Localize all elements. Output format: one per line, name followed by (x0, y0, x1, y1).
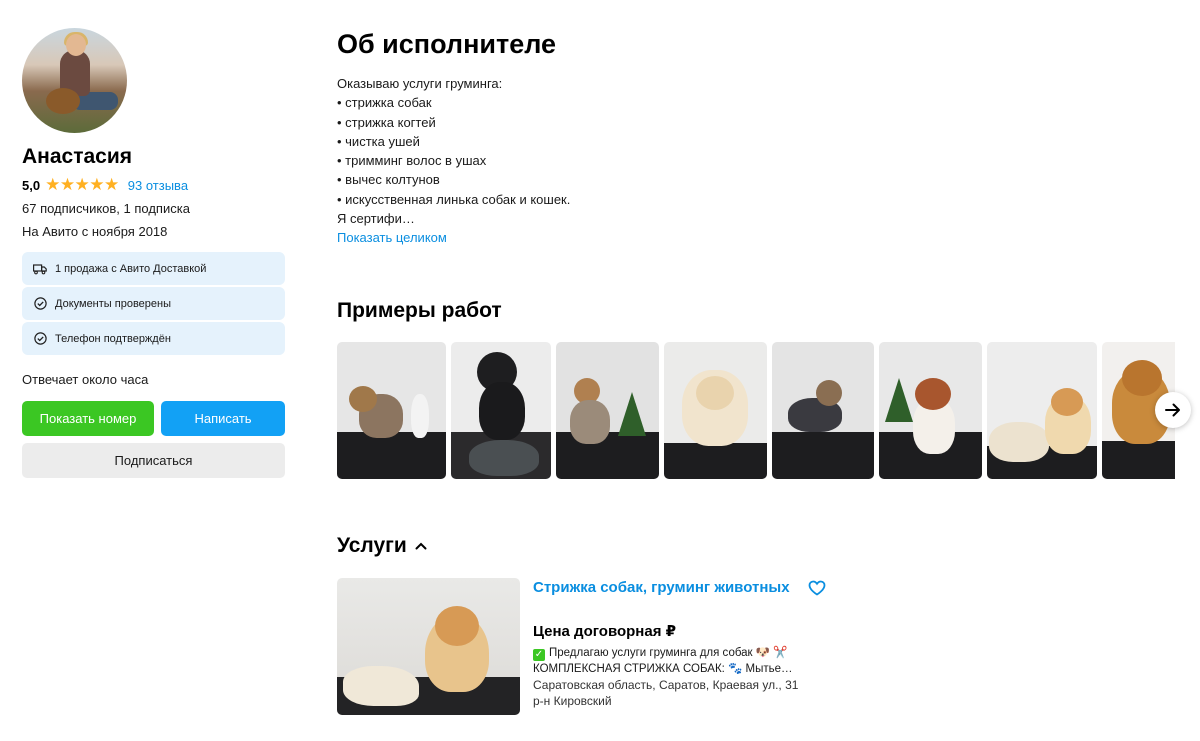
work-photo[interactable] (451, 342, 551, 479)
service-address: Саратовская область, Саратов, Краевая ул… (533, 677, 823, 709)
work-photo[interactable] (556, 342, 659, 479)
seller-name: Анастасия (22, 145, 133, 168)
truck-icon (33, 262, 47, 276)
show-number-button[interactable]: Показать номер (22, 401, 154, 436)
services-header[interactable]: Услуги (337, 533, 427, 559)
trust-badges: 1 продажа с Авито Доставкой Документы пр… (22, 252, 285, 355)
work-photo[interactable] (337, 342, 446, 479)
check-circle-icon (33, 297, 47, 311)
followers-info: 67 подписчиков, 1 подписка (22, 201, 190, 216)
show-all-link[interactable]: Показать целиком (337, 228, 570, 247)
service-district: р-н Кировский (533, 694, 612, 708)
works-gallery (337, 342, 1175, 479)
check-box-icon: ✓ (533, 649, 545, 661)
services-title: Услуги (337, 534, 407, 557)
about-line: • вычес колтунов (337, 172, 440, 188)
service-price: Цена договорная ₽ (533, 623, 677, 640)
rating-row: 5,0 ★★★★★ 93 отзыва (22, 175, 285, 194)
avatar[interactable] (22, 28, 127, 133)
about-line: • чистка ушей (337, 133, 420, 149)
work-photo[interactable] (664, 342, 767, 479)
rating-value: 5,0 (22, 177, 41, 193)
heart-icon[interactable] (808, 580, 826, 601)
contact-buttons: Показать номер Написать (22, 401, 285, 436)
works-title: Примеры работ (337, 299, 502, 322)
service-desc-line: КОМПЛЕКСНАЯ СТРИЖКА СОБАК: 🐾 Мытье… (533, 663, 793, 675)
about-line: Оказываю услуги груминга: (337, 76, 503, 91)
subscribe-button[interactable]: Подписаться (22, 443, 285, 478)
service-photo[interactable] (337, 578, 520, 715)
service-title-link[interactable]: Стрижка собак, груминг животных (533, 578, 793, 598)
badge-delivery: 1 продажа с Авито Доставкой (22, 252, 285, 285)
service-desc-line: Предлагаю услуги груминга для собак 🐶 ✂️ (549, 647, 788, 659)
badge-phone: Телефон подтверждён (22, 322, 285, 355)
write-button[interactable]: Написать (161, 401, 285, 436)
badge-label: Телефон подтверждён (55, 332, 171, 345)
gallery-next-button[interactable] (1155, 392, 1191, 428)
badge-documents: Документы проверены (22, 287, 285, 320)
about-title: Об исполнителе (337, 29, 557, 59)
about-line: • стрижка когтей (337, 114, 436, 130)
about-line: • искусственная линька собак и кошек. (337, 191, 571, 207)
work-photo[interactable] (987, 342, 1097, 479)
about-text: Оказываю услуги груминга: • стрижка соба… (337, 74, 570, 248)
about-line: • стрижка собак (337, 95, 432, 111)
badge-label: Документы проверены (55, 297, 172, 310)
about-line: Я сертифи… (337, 211, 415, 227)
work-photo[interactable] (879, 342, 982, 479)
about-line: • тримминг волос в ушах (337, 153, 487, 169)
arrow-right-icon (1165, 403, 1180, 417)
service-address-line: Саратовская область, Саратов, Краевая ул… (533, 678, 799, 692)
badge-label: 1 продажа с Авито Доставкой (55, 262, 207, 275)
check-circle-icon (33, 332, 47, 346)
rating-stars-icon: ★★★★★ (45, 175, 119, 194)
chevron-up-icon[interactable] (415, 532, 427, 558)
reviews-link[interactable]: 93 отзыва (128, 178, 188, 193)
response-time: Отвечает около часа (22, 372, 149, 387)
seller-sidebar: Анастасия 5,0 ★★★★★ 93 отзыва 67 подписч… (22, 28, 285, 478)
service-card[interactable]: Стрижка собак, груминг животных Цена дог… (337, 578, 837, 715)
work-photo[interactable] (772, 342, 874, 479)
service-description: ✓ Предлагаю услуги груминга для собак 🐶 ✂… (533, 645, 823, 677)
member-since: На Авито с ноября 2018 (22, 224, 168, 239)
